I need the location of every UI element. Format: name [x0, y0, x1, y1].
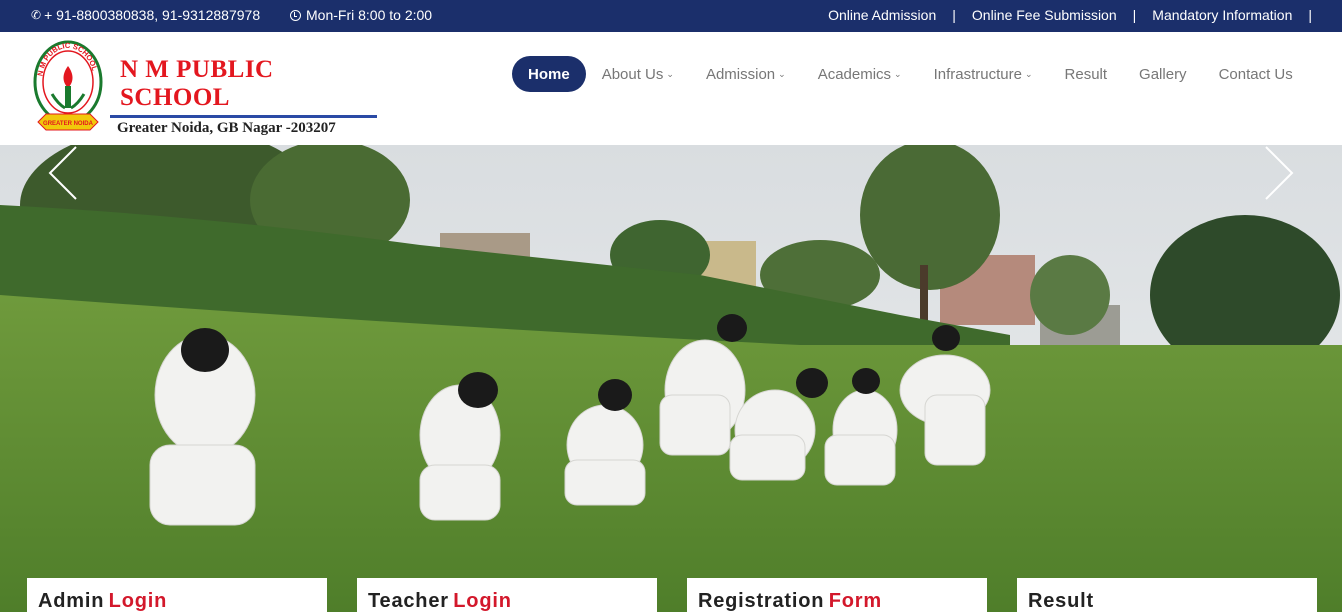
nav-admission[interactable]: Admission ⌄ [690, 56, 802, 92]
nav-result-label: Result [1064, 65, 1108, 83]
nav-home-label: Home [528, 65, 570, 83]
contact-phones: ✆ + 91-8800380838, 91-9312887978 [31, 7, 260, 23]
top-links: Online Admission | Online Fee Submission… [828, 7, 1312, 23]
nav-contact-us-label: Contact Us [1218, 65, 1293, 83]
chevron-down-icon: ⌄ [1024, 68, 1033, 79]
online-admission-link[interactable]: Online Admission [828, 7, 936, 23]
main-navigation: Home About Us ⌄ Admission ⌄ Academics ⌄ Inf… [512, 56, 1309, 92]
hero-photo [0, 145, 1342, 612]
chevron-left-icon[interactable] [46, 145, 80, 201]
school-name-block[interactable]: N M PUBLIC SCHOOL Greater Noida, GB Naga… [110, 56, 378, 137]
card-highlight: Login [108, 590, 168, 612]
separator: | [1132, 7, 1137, 23]
nav-infrastructure[interactable]: Infrastructure ⌄ [918, 56, 1049, 92]
chevron-right-icon[interactable] [1262, 145, 1296, 201]
hero-slider[interactable] [0, 145, 1342, 612]
clock-icon [290, 9, 301, 21]
chevron-down-icon: ⌄ [894, 68, 902, 79]
phone-icon: ✆ [31, 8, 42, 22]
nav-gallery[interactable]: Gallery [1123, 56, 1203, 92]
school-emblem-logo[interactable]: N M PUBLIC SCHOOL GREATER NOIDA [32, 38, 104, 142]
nav-contact-us[interactable]: Contact Us [1203, 56, 1309, 92]
school-name: N M PUBLIC SCHOOL [120, 56, 274, 111]
separator: | [952, 7, 956, 23]
nav-result[interactable]: Result [1049, 56, 1124, 92]
nav-about-us[interactable]: About Us ⌄ [586, 56, 690, 92]
hours-text: Mon-Fri 8:00 to 2:00 [306, 7, 433, 23]
card-highlight: Form [828, 590, 882, 612]
phone-numbers: + 91-8800380838, 91-9312887978 [44, 7, 261, 23]
online-fee-submission-link[interactable]: Online Fee Submission [972, 7, 1117, 23]
admin-login-card[interactable]: Admin Login [27, 578, 327, 612]
logo-divider [110, 115, 377, 118]
card-title: Teacher [368, 590, 449, 612]
chevron-down-icon: ⌄ [666, 68, 674, 79]
card-title: Result [1028, 590, 1094, 612]
nav-admission-label: Admission [705, 65, 776, 83]
registration-form-card[interactable]: Registration Form [687, 578, 987, 612]
card-title: Admin [38, 590, 105, 612]
top-bar: ✆ + 91-8800380838, 91-9312887978 Mon-Fri… [0, 0, 1342, 32]
school-address: Greater Noida, GB Nagar -203207 [117, 120, 336, 136]
card-highlight: Login [453, 590, 512, 612]
mandatory-information-link[interactable]: Mandatory Information [1152, 7, 1292, 23]
result-card[interactable]: Result [1017, 578, 1317, 612]
nav-academics-label: Academics [817, 65, 892, 83]
nav-gallery-label: Gallery [1139, 65, 1187, 83]
office-hours: Mon-Fri 8:00 to 2:00 [290, 7, 432, 23]
separator: | [1308, 7, 1312, 23]
nav-academics[interactable]: Academics ⌄ [802, 56, 918, 92]
svg-text:GREATER NOIDA: GREATER NOIDA [43, 121, 94, 127]
chevron-down-icon: ⌄ [778, 68, 786, 79]
site-header: N M PUBLIC SCHOOL GREATER NOIDA N M PUBL… [0, 32, 1342, 145]
nav-home[interactable]: Home [512, 56, 586, 92]
card-title: Registration [698, 590, 825, 612]
nav-about-us-label: About Us [601, 65, 664, 83]
nav-infrastructure-label: Infrastructure [933, 65, 1022, 83]
teacher-login-card[interactable]: Teacher Login [357, 578, 657, 612]
